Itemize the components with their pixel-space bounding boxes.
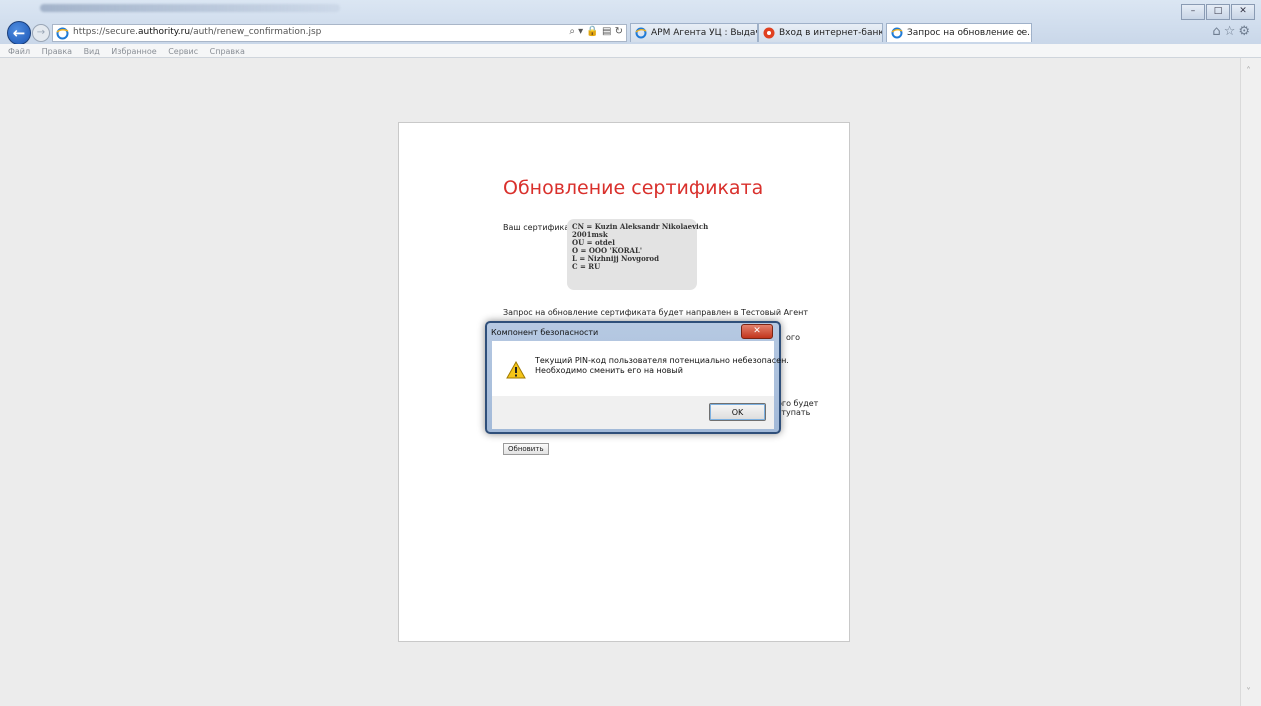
obscured-text: ого <box>786 333 800 342</box>
dialog-message: Текущий PIN-код пользователя потенциальн… <box>535 356 789 375</box>
close-window-button[interactable]: ✕ <box>1231 4 1255 20</box>
tab-renewal-request[interactable]: Запрос на обновление се... × <box>886 23 1032 42</box>
security-dialog: Компонент безопасности ✕ Текущий PIN-код… <box>485 321 789 434</box>
favorites-icon[interactable]: ☆ <box>1224 24 1239 39</box>
back-button[interactable]: ← <box>7 21 31 45</box>
menu-edit[interactable]: Правка <box>42 46 72 58</box>
address-bar[interactable]: https://secure.authority.ru/auth/renew_c… <box>52 24 627 42</box>
ie-icon <box>56 27 69 40</box>
minimize-button[interactable]: – <box>1181 4 1205 20</box>
vertical-scrollbar[interactable]: ˄ ˅ <box>1240 58 1261 706</box>
obscured-text: ого будет ступать <box>777 399 819 417</box>
dialog-footer: OK <box>492 396 774 429</box>
tab-arm-agent[interactable]: АРМ Агента УЦ : Выдача серт... <box>630 23 758 42</box>
maximize-button[interactable]: □ <box>1206 4 1230 20</box>
menu-help[interactable]: Справка <box>210 46 245 58</box>
dialog-title: Компонент безопасности <box>491 328 599 337</box>
tab-internet-bank[interactable]: Вход в интернет-банк <box>758 23 883 42</box>
menu-file[interactable]: Файл <box>8 46 30 58</box>
ie-icon <box>891 27 903 39</box>
gear-icon[interactable]: ⚙ <box>1238 24 1253 39</box>
ok-button[interactable]: OK <box>709 403 766 421</box>
dialog-close-button[interactable]: ✕ <box>741 324 773 339</box>
menu-view[interactable]: Вид <box>84 46 100 58</box>
tab-label: АРМ Агента УЦ : Выдача серт... <box>651 28 757 38</box>
toolbar-icons: ⌂☆⚙ <box>1212 24 1253 39</box>
scroll-up-icon[interactable]: ˄ <box>1246 66 1251 77</box>
cert-details: CN = Kuzin Aleksandr Nikolaevich 2001msk… <box>567 219 708 290</box>
address-bar-icons[interactable]: ⌕ ▾ 🔒 ▤ ↻ <box>569 26 623 37</box>
scroll-down-icon[interactable]: ˅ <box>1246 687 1251 698</box>
menu-bar: Файл Правка Вид Избранное Сервис Справка <box>0 44 1261 58</box>
renew-button[interactable]: Обновить <box>503 443 549 455</box>
window-caption <box>40 4 340 12</box>
tab-label: Вход в интернет-банк <box>779 28 883 38</box>
page-title: Обновление сертификата <box>503 177 764 199</box>
ie-icon <box>635 27 647 39</box>
request-text: Запрос на обновление сертификата будет н… <box>503 308 809 317</box>
menu-tools[interactable]: Сервис <box>168 46 198 58</box>
close-tab-icon[interactable]: × <box>1017 24 1025 42</box>
cert-line: C = RU <box>572 262 601 271</box>
dialog-body: Текущий PIN-код пользователя потенциальн… <box>492 341 789 396</box>
window-controls: – □ ✕ <box>1180 3 1255 20</box>
home-icon[interactable]: ⌂ <box>1212 24 1223 39</box>
forward-button[interactable]: → <box>32 24 50 42</box>
tab-label: Запрос на обновление се... <box>907 28 1032 38</box>
bank-icon <box>763 27 775 39</box>
url-text[interactable]: https://secure.authority.ru/auth/renew_c… <box>73 27 321 37</box>
warning-icon <box>506 361 526 379</box>
browser-titlebar: – □ ✕ ← → https://secure.authority.ru/auth… <box>0 0 1261 45</box>
cert-label: Ваш сертификат <box>503 223 574 232</box>
menu-favorites[interactable]: Избранное <box>111 46 156 58</box>
